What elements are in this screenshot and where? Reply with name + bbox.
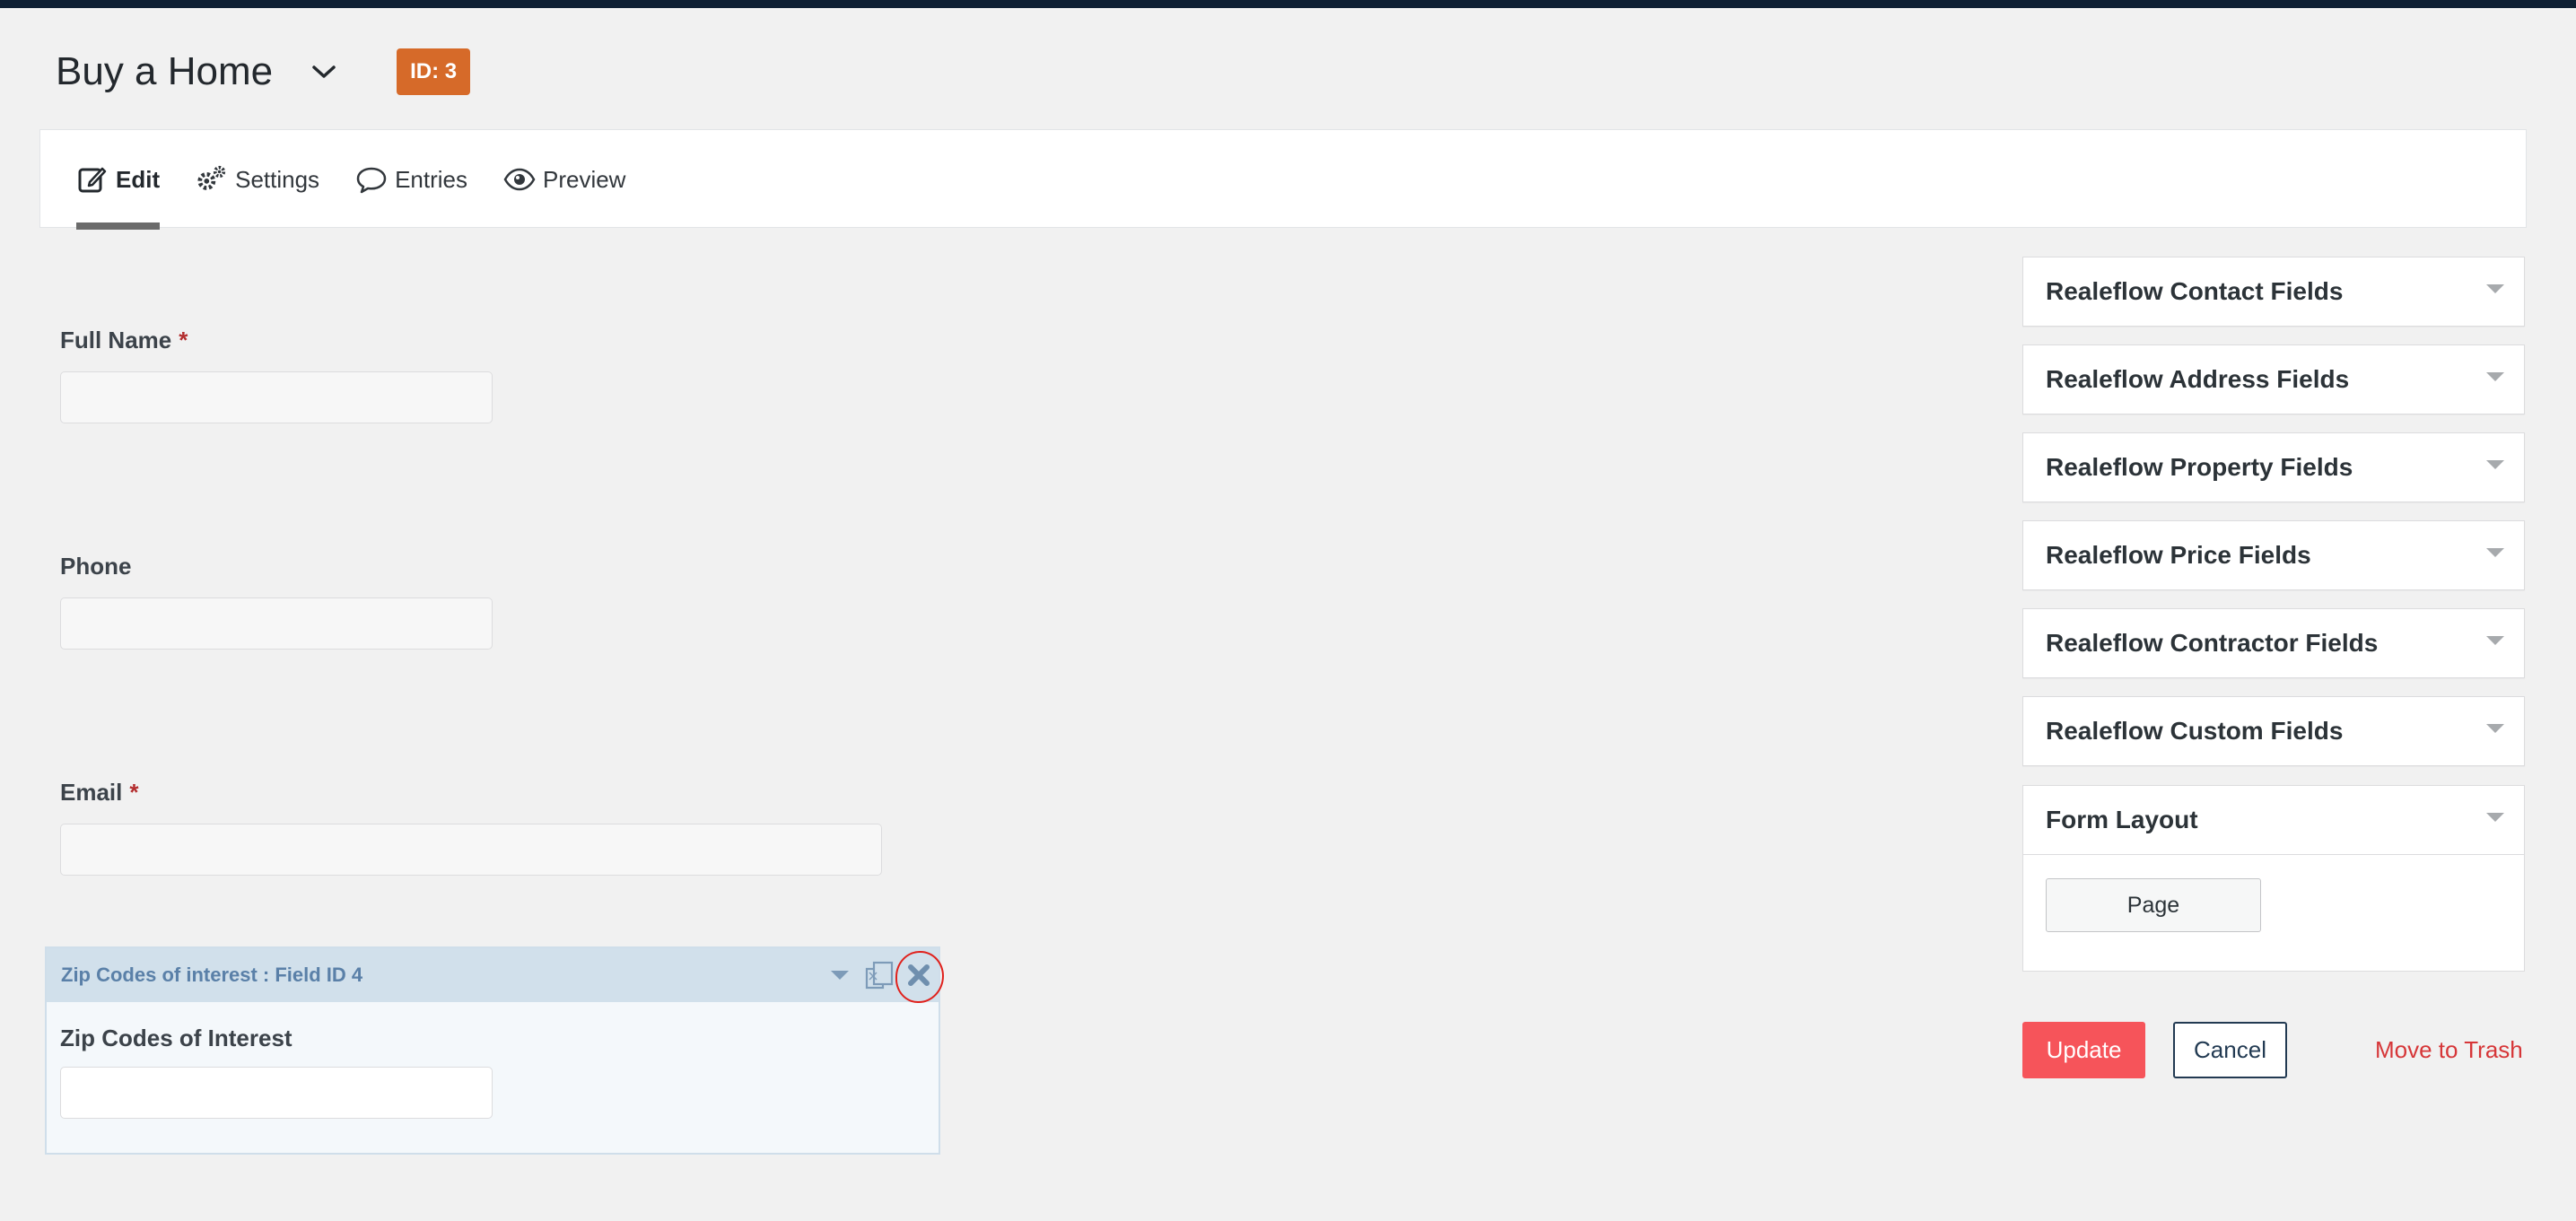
email-label: Email * (60, 779, 139, 807)
form-title: Buy a Home (56, 49, 274, 93)
tab-edit-label: Edit (116, 165, 161, 193)
zip-field-block[interactable]: Zip Codes of interest : Field ID 4 Zip C… (45, 946, 940, 1155)
accordion-title: Realeflow Contact Fields (2046, 277, 2344, 305)
accordion-title: Realeflow Address Fields (2046, 365, 2350, 393)
tabs-panel: Edit Settings Entries Preview (39, 129, 2527, 230)
caret-down-icon (2486, 548, 2504, 557)
accordion-contact-fields[interactable]: Realeflow Contact Fields (2022, 257, 2525, 327)
accordion-price-fields[interactable]: Realeflow Price Fields (2022, 520, 2525, 590)
caret-down-icon (2486, 284, 2504, 293)
move-to-trash-link[interactable]: Move to Trash (2375, 1036, 2523, 1064)
zip-field-actions (820, 948, 939, 1002)
duplicate-icon[interactable] (860, 955, 899, 995)
accordion-property-fields[interactable]: Realeflow Property Fields (2022, 432, 2525, 502)
expand-arrow-icon[interactable] (820, 955, 860, 995)
full-name-label: Full Name * (60, 327, 188, 354)
delete-x-icon[interactable] (899, 955, 939, 995)
full-name-input[interactable] (60, 371, 493, 423)
gears-icon (196, 163, 228, 196)
zip-field-header[interactable]: Zip Codes of interest : Field ID 4 (47, 948, 939, 1002)
chevron-down-icon[interactable] (309, 57, 339, 87)
form-title-row: Buy a Home ID: 3 (56, 45, 471, 99)
tab-preview-label: Preview (542, 165, 626, 193)
zip-input[interactable] (60, 1067, 493, 1119)
tab-settings-label: Settings (235, 165, 320, 193)
tab-preview[interactable]: Preview (503, 130, 625, 229)
edit-icon (76, 163, 109, 196)
eye-icon (503, 163, 536, 196)
caret-down-icon (2486, 372, 2504, 381)
phone-input[interactable] (60, 597, 493, 650)
accordion-title: Realeflow Property Fields (2046, 453, 2353, 481)
accordion-address-fields[interactable]: Realeflow Address Fields (2022, 344, 2525, 414)
accordion-contractor-fields[interactable]: Realeflow Contractor Fields (2022, 608, 2525, 678)
phone-label: Phone (60, 553, 132, 580)
form-id-badge: ID: 3 (397, 48, 471, 95)
accordion-custom-fields[interactable]: Realeflow Custom Fields (2022, 696, 2525, 766)
tab-edit[interactable]: Edit (76, 130, 161, 230)
email-label-text: Email (60, 779, 123, 806)
required-asterisk: * (129, 779, 139, 806)
speech-bubble-icon (355, 163, 388, 196)
tab-bar: Edit Settings Entries Preview (76, 130, 661, 230)
caret-down-icon (2486, 460, 2504, 469)
zip-field-header-title: Zip Codes of interest : Field ID 4 (61, 964, 363, 986)
form-layout-header[interactable]: Form Layout (2023, 786, 2524, 855)
accordion-title: Realeflow Price Fields (2046, 541, 2311, 569)
update-button[interactable]: Update (2022, 1022, 2145, 1078)
tab-settings[interactable]: Settings (196, 130, 319, 229)
form-layout-title: Form Layout (2046, 806, 2198, 833)
page-button[interactable]: Page (2046, 878, 2261, 932)
admin-top-bar (0, 0, 2576, 8)
tab-entries-label: Entries (395, 165, 467, 193)
caret-down-icon (2486, 636, 2504, 645)
accordion-title: Realeflow Custom Fields (2046, 717, 2344, 745)
cancel-button[interactable]: Cancel (2173, 1022, 2287, 1078)
email-input[interactable] (60, 824, 882, 876)
caret-down-icon (2486, 724, 2504, 733)
accordion-title: Realeflow Contractor Fields (2046, 629, 2379, 657)
caret-down-icon (2486, 813, 2504, 822)
required-asterisk: * (179, 327, 188, 353)
form-layout-panel: Form Layout Page (2022, 785, 2525, 972)
tab-entries[interactable]: Entries (355, 130, 467, 229)
full-name-label-text: Full Name (60, 327, 172, 353)
zip-label: Zip Codes of Interest (60, 1025, 293, 1051)
